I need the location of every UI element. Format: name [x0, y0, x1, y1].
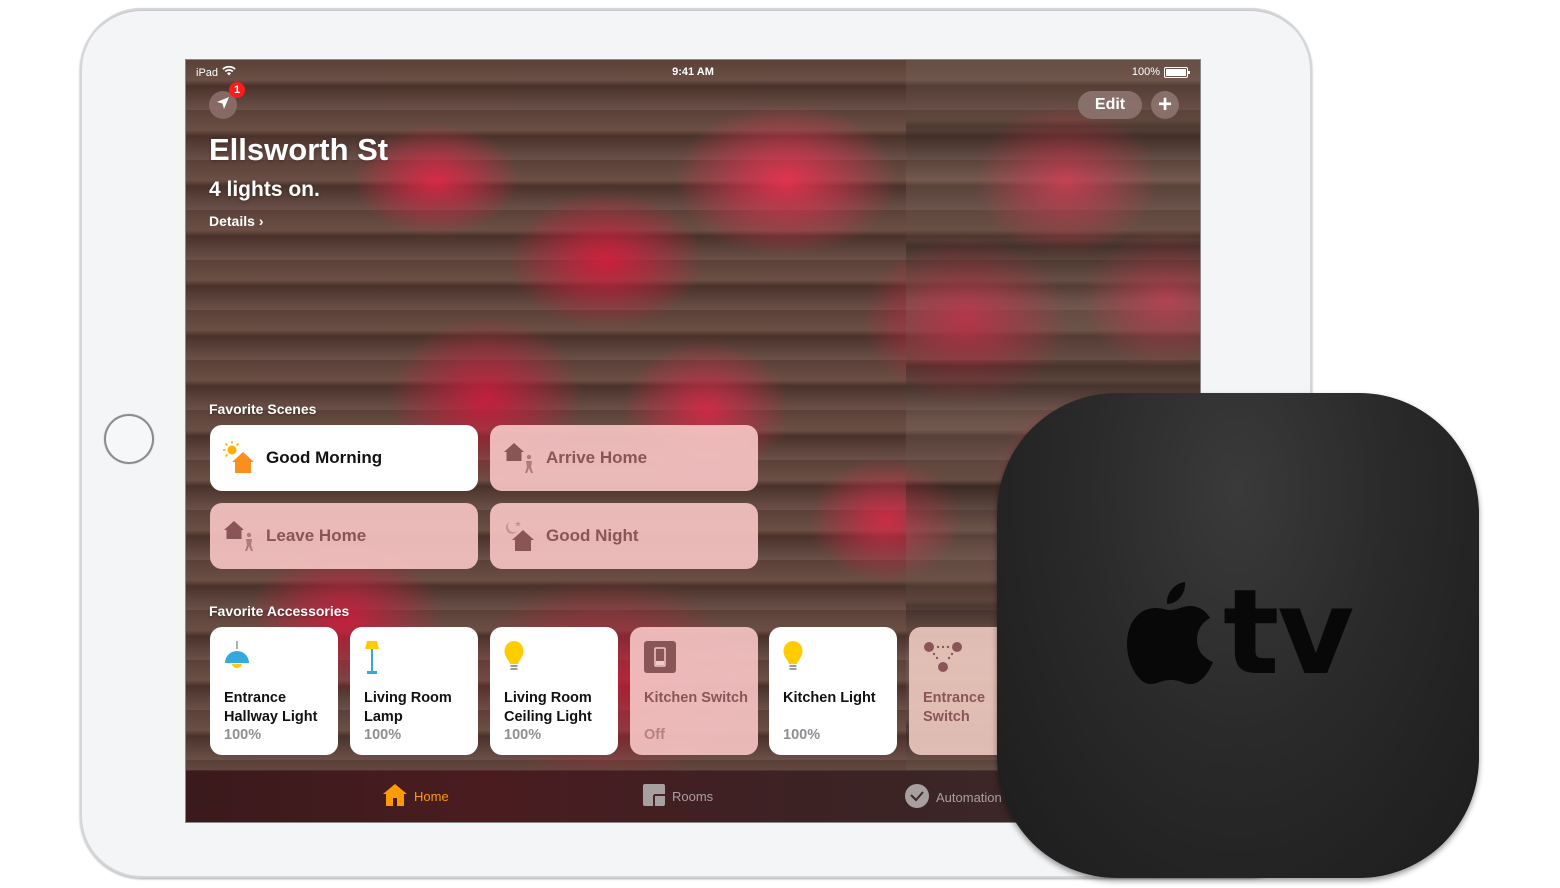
pendant-light-icon — [224, 641, 256, 675]
tab-automation[interactable]: Automation — [904, 783, 1002, 812]
status-bar: iPad 9:41 AM 100% — [186, 60, 1200, 84]
accessory-entrance-hallway-light[interactable]: Entrance Hallway Light 100% — [210, 627, 338, 755]
tab-rooms[interactable]: Rooms — [642, 783, 713, 810]
apple-tv-device: tv — [997, 393, 1479, 878]
switch-icon — [644, 641, 676, 675]
scene-good-morning[interactable]: Good Morning — [210, 425, 478, 491]
accessory-living-room-ceiling-light[interactable]: Living Room Ceiling Light 100% — [490, 627, 618, 755]
battery-percent: 100% — [1131, 66, 1160, 78]
bridge-icon — [923, 641, 962, 675]
accessory-name: Living Room Lamp — [364, 690, 452, 725]
edit-button[interactable]: Edit — [1078, 91, 1142, 119]
floor-lamp-icon — [364, 641, 396, 675]
section-favorite-accessories: Favorite Accessories — [209, 603, 350, 619]
house-person-icon — [222, 518, 258, 554]
scene-label: Good Morning — [266, 448, 383, 467]
status-time: 9:41 AM — [672, 66, 714, 78]
battery-icon — [1164, 66, 1190, 78]
accessory-kitchen-light[interactable]: Kitchen Light 100% — [769, 627, 897, 755]
apple-tv-logo: tv — [1125, 563, 1354, 701]
accessory-name: Entrance Hallway Light — [224, 690, 318, 725]
scene-label: Leave Home — [266, 526, 367, 545]
accessory-kitchen-switch[interactable]: Kitchen Switch Off — [630, 627, 758, 755]
accessory-living-room-lamp[interactable]: Living Room Lamp 100% — [350, 627, 478, 755]
accessory-status: 100% — [224, 727, 262, 743]
accessory-status: 100% — [364, 727, 402, 743]
house-person-icon — [502, 440, 538, 476]
bulb-icon — [783, 641, 815, 675]
ipad-home-button[interactable] — [104, 414, 154, 464]
scene-good-night[interactable]: Good Night — [490, 503, 758, 569]
details-link[interactable]: Details › — [209, 213, 263, 229]
bulb-icon — [504, 641, 536, 675]
add-button[interactable]: + — [1151, 91, 1179, 119]
location-arrow-icon — [216, 96, 230, 115]
accessory-status: Off — [644, 727, 665, 743]
chevron-right-icon: › — [258, 213, 264, 229]
automation-check-icon — [904, 783, 930, 812]
accessory-status: 100% — [783, 727, 821, 743]
scene-arrive-home[interactable]: Arrive Home — [490, 425, 758, 491]
notification-badge: 1 — [229, 82, 245, 98]
accessory-status: 100% — [504, 727, 542, 743]
accessory-name: Kitchen Switch — [644, 690, 748, 706]
home-name: Ellsworth St — [209, 132, 389, 167]
apple-logo-icon — [1125, 580, 1215, 691]
tab-home[interactable]: Home — [382, 783, 449, 810]
tab-label: Home — [414, 789, 449, 804]
section-favorite-scenes: Favorite Scenes — [209, 401, 317, 417]
scene-label: Arrive Home — [546, 448, 648, 467]
apple-tv-wordmark: tv — [1223, 563, 1354, 701]
rooms-icon — [642, 783, 666, 810]
accessory-name: Kitchen Light — [783, 690, 876, 706]
home-summary: 4 lights on. — [209, 178, 320, 201]
scene-label: Good Night — [546, 526, 639, 545]
tab-label: Rooms — [672, 789, 714, 804]
moon-house-icon — [502, 518, 538, 554]
scene-leave-home[interactable]: Leave Home — [210, 503, 478, 569]
details-label: Details — [209, 213, 255, 229]
sun-house-icon — [222, 440, 258, 476]
house-icon — [382, 783, 408, 810]
tab-label: Automation — [936, 790, 1002, 805]
accessory-name: Living Room Ceiling Light — [504, 690, 592, 725]
